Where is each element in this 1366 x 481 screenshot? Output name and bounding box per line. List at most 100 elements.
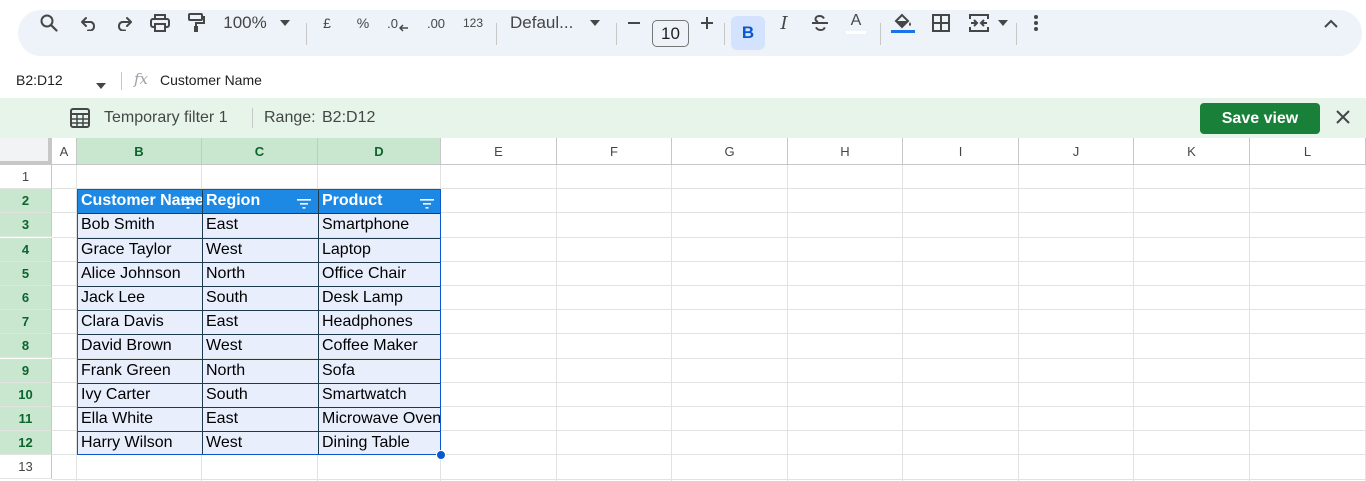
italic-button[interactable]: I [771,0,797,46]
toolbar-divider [616,23,617,45]
more-formats-button[interactable]: 123 [460,0,486,46]
table-cell[interactable]: Harry Wilson [77,431,202,456]
row-header-3[interactable]: 3 [0,213,52,238]
close-icon[interactable] [1336,110,1350,129]
formula-bar: B2:D12 fx Customer Name [0,62,1366,99]
currency-format-button[interactable]: £ [316,0,338,46]
column-header-i[interactable]: I [903,138,1019,165]
table-cell[interactable]: Office Chair [318,261,441,286]
increase-font-size-icon[interactable] [697,0,717,46]
column-header-c[interactable]: C [202,138,318,165]
redo-icon[interactable] [111,0,137,46]
filter-icon[interactable] [297,196,311,214]
search-icon[interactable] [36,0,62,46]
row-header-13[interactable]: 13 [0,455,52,480]
percent-format-button[interactable]: % [352,0,374,46]
name-box-dropdown-icon[interactable] [96,76,106,94]
table-cell[interactable]: Ella White [77,407,202,431]
table-cell[interactable]: Frank Green [77,358,202,383]
table-cell[interactable]: Headphones [318,310,441,335]
increase-decimal-button[interactable]: .00 [422,0,450,46]
table-cell[interactable]: Microwave Oven [318,407,441,431]
row-header-2[interactable]: 2 [0,189,52,214]
table-cell[interactable]: Coffee Maker [318,334,441,359]
column-header-k[interactable]: K [1134,138,1250,165]
table-cell[interactable]: Bob Smith [77,213,202,238]
table-cell[interactable]: East [202,407,318,431]
table-cell[interactable]: East [202,310,318,335]
filter-bar-divider [252,108,253,128]
table-cell[interactable]: Grace Taylor [77,237,202,262]
increase-decimal-label: .00 [426,15,446,31]
table-cell[interactable]: Smartwatch [318,382,441,407]
row-header-1[interactable]: 1 [0,165,52,189]
name-box[interactable]: B2:D12 [16,62,63,98]
strikethrough-icon[interactable] [807,0,833,46]
table-cell[interactable]: North [202,358,318,383]
table-cell[interactable]: West [202,334,318,359]
print-icon[interactable] [147,0,173,46]
merge-cells-icon[interactable] [966,0,992,46]
merge-dropdown-icon[interactable] [994,0,1012,46]
range-input[interactable]: B2:D12 [322,98,375,138]
column-header-h[interactable]: H [788,138,903,165]
row-header-9[interactable]: 9 [0,358,52,383]
row-header-4[interactable]: 4 [0,237,52,262]
select-all-corner[interactable] [0,138,52,165]
table-cell[interactable]: Sofa [318,358,441,383]
text-color-button[interactable]: A [843,0,869,46]
column-header-a[interactable]: A [52,138,77,165]
column-header-j[interactable]: J [1019,138,1134,165]
table-cell[interactable]: Smartphone [318,213,441,238]
bold-button[interactable]: B [731,16,765,50]
row-header-11[interactable]: 11 [0,407,52,431]
font-select[interactable]: Defaul... [510,0,580,46]
table-cell[interactable]: Laptop [318,237,441,262]
zoom-select[interactable]: 100% [220,0,270,46]
font-dropdown-icon[interactable] [586,0,604,46]
table-cell[interactable]: East [202,213,318,238]
table-cell[interactable]: Jack Lee [77,286,202,310]
table-cell[interactable]: South [202,286,318,310]
table-cell[interactable]: Dining Table [318,431,441,456]
table-cell[interactable]: Alice Johnson [77,261,202,286]
table-cell[interactable]: Clara Davis [77,310,202,335]
table-cell[interactable]: Ivy Carter [77,382,202,407]
row-header-10[interactable]: 10 [0,382,52,407]
column-header-l[interactable]: L [1250,138,1366,165]
row-header-12[interactable]: 12 [0,431,52,456]
borders-icon[interactable] [928,0,954,46]
filter-icon[interactable] [181,196,195,214]
table-cell[interactable]: West [202,431,318,456]
formula-input[interactable]: Customer Name [160,62,262,98]
decrease-font-size-icon[interactable] [624,0,644,46]
row-header-7[interactable]: 7 [0,310,52,335]
font-size-input[interactable]: 10 [652,20,689,47]
column-header-b[interactable]: B [77,138,202,165]
row-header-8[interactable]: 8 [0,334,52,359]
table-cell[interactable]: David Brown [77,334,202,359]
row-header-6[interactable]: 6 [0,286,52,310]
table-border [77,431,441,433]
undo-icon[interactable] [76,0,102,46]
fill-color-button[interactable] [889,0,917,46]
column-header-f[interactable]: F [557,138,672,165]
fill-handle[interactable] [436,450,446,461]
filter-view-icon [70,108,90,133]
more-options-icon[interactable] [1026,0,1046,46]
table-cell[interactable]: South [202,382,318,407]
decrease-decimal-button[interactable]: .0 [385,0,411,46]
paint-format-icon[interactable] [183,0,209,46]
filter-view-name[interactable]: Temporary filter 1 [104,98,228,138]
table-cell[interactable]: North [202,261,318,286]
save-view-button[interactable]: Save view [1200,103,1320,134]
row-header-5[interactable]: 5 [0,261,52,286]
column-header-d[interactable]: D [318,138,441,165]
column-header-g[interactable]: G [672,138,788,165]
zoom-dropdown-icon[interactable] [276,0,294,46]
table-cell[interactable]: Desk Lamp [318,286,441,310]
collapse-toolbar-icon[interactable] [1318,0,1344,46]
column-header-e[interactable]: E [441,138,557,165]
filter-icon[interactable] [420,196,434,214]
table-cell[interactable]: West [202,237,318,262]
